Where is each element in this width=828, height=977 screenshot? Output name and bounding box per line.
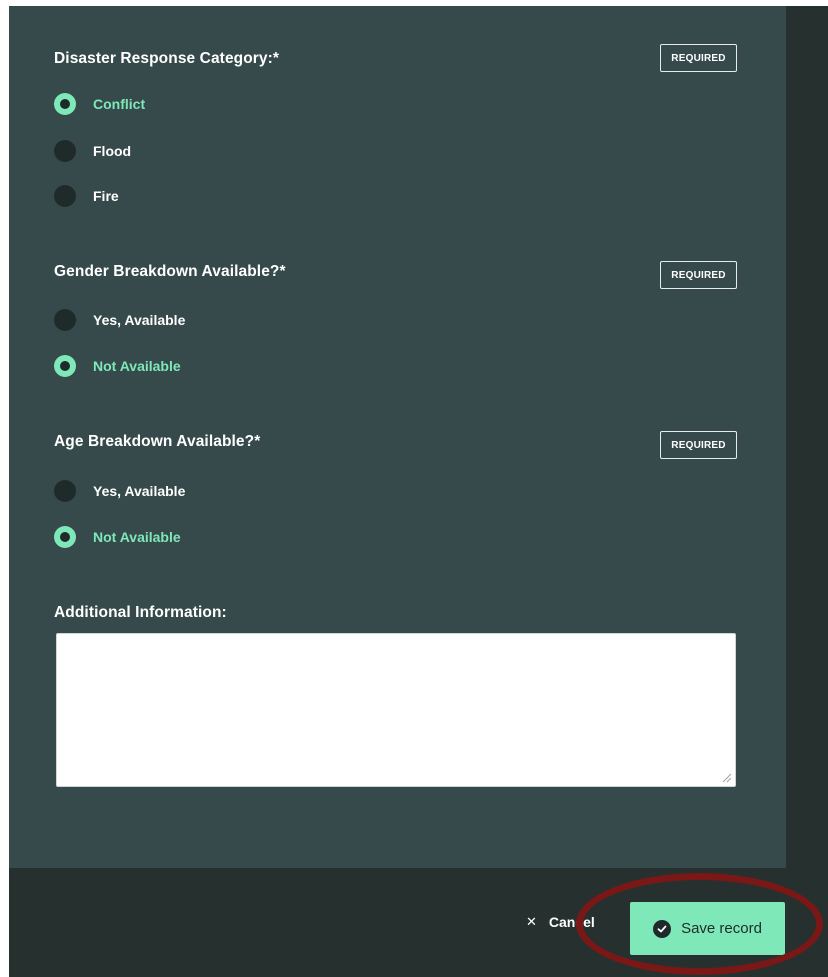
option-label: Not Available	[93, 358, 181, 374]
radio-selected-icon[interactable]	[54, 93, 76, 115]
required-badge: REQUIRED	[660, 431, 737, 459]
radio-unselected-icon[interactable]	[54, 185, 76, 207]
radio-unselected-icon[interactable]	[54, 309, 76, 331]
question-label-gender-breakdown: Gender Breakdown Available?*	[54, 263, 286, 280]
radio-selected-icon[interactable]	[54, 526, 76, 548]
radio-option-conflict[interactable]: Conflict	[54, 92, 145, 116]
save-record-button[interactable]: Save record	[630, 902, 785, 955]
form-panel: Disaster Response Category:* REQUIRED Co…	[9, 6, 786, 868]
additional-info-textarea[interactable]	[56, 633, 736, 787]
close-icon: ✕	[526, 914, 537, 929]
radio-unselected-icon[interactable]	[54, 480, 76, 502]
cancel-label: Cancel	[548, 914, 595, 930]
radio-option-gender-no[interactable]: Not Available	[54, 354, 181, 378]
check-circle-icon	[653, 919, 672, 938]
option-label: Not Available	[93, 529, 181, 545]
form-frame: Disaster Response Category:* REQUIRED Co…	[9, 6, 828, 977]
additional-info-label: Additional Information:	[54, 604, 227, 621]
radio-option-fire[interactable]: Fire	[54, 184, 119, 208]
option-label: Yes, Available	[93, 312, 186, 328]
radio-option-age-no[interactable]: Not Available	[54, 525, 181, 549]
question-label-disaster-category: Disaster Response Category:*	[54, 50, 280, 67]
save-label: Save record	[681, 920, 762, 937]
cancel-button[interactable]: ✕ Cancel	[526, 914, 595, 930]
radio-unselected-icon[interactable]	[54, 140, 76, 162]
option-label: Flood	[93, 143, 132, 159]
radio-selected-icon[interactable]	[54, 355, 76, 377]
radio-option-age-yes[interactable]: Yes, Available	[54, 479, 185, 503]
required-badge: REQUIRED	[660, 44, 737, 72]
option-label: Fire	[93, 188, 119, 204]
resize-grip-icon[interactable]	[722, 773, 732, 783]
option-label: Conflict	[93, 96, 146, 112]
radio-option-gender-yes[interactable]: Yes, Available	[54, 308, 185, 332]
question-label-age-breakdown: Age Breakdown Available?*	[54, 433, 261, 450]
option-label: Yes, Available	[93, 483, 186, 499]
required-badge: REQUIRED	[660, 261, 737, 289]
radio-option-flood[interactable]: Flood	[54, 139, 131, 163]
